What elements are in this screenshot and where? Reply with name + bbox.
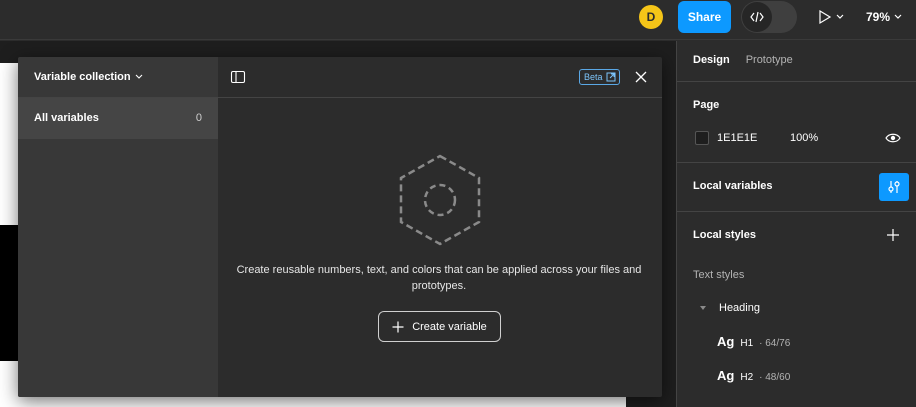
properties-panel: Design Prototype Page 1E1E1E 100% Local … xyxy=(676,41,916,407)
share-button[interactable]: Share xyxy=(678,1,731,33)
local-variables-title: Local variables xyxy=(693,180,773,192)
modal-sidebar: Variable collection All variables 0 xyxy=(18,57,218,397)
style-preview: Ag xyxy=(717,368,735,383)
zoom-level: 79% xyxy=(866,10,891,24)
adjust-icon xyxy=(888,181,900,193)
top-toolbar: D Share 79% xyxy=(0,0,916,40)
page-color-hex[interactable]: 1E1E1E xyxy=(717,132,757,144)
panel-toggle-icon[interactable] xyxy=(230,69,246,85)
caret-down-icon xyxy=(700,306,706,310)
sidebar-item-label: All variables xyxy=(34,112,99,124)
style-name: H1 xyxy=(740,338,754,349)
zoom-dropdown[interactable]: 79% xyxy=(866,7,902,27)
variable-collection-label: Variable collection xyxy=(34,71,131,83)
divider xyxy=(677,81,916,82)
hexagon-variable-icon xyxy=(399,154,481,246)
divider xyxy=(677,162,916,163)
external-link-icon xyxy=(606,72,616,82)
beta-badge[interactable]: Beta xyxy=(579,69,620,85)
page-section-title: Page xyxy=(693,99,720,111)
text-style-item[interactable]: Ag H1 · 64/76 xyxy=(717,334,790,349)
page-color-opacity[interactable]: 100% xyxy=(790,132,818,144)
close-icon[interactable] xyxy=(633,69,649,85)
variables-modal: Variable collection All variables 0 Beta… xyxy=(18,57,662,397)
page-color-swatch[interactable] xyxy=(695,131,709,145)
style-preview: Ag xyxy=(717,334,735,349)
tab-prototype[interactable]: Prototype xyxy=(746,54,793,66)
open-variables-button[interactable] xyxy=(879,173,909,201)
chevron-down-icon xyxy=(135,74,142,79)
style-name: H2 xyxy=(740,372,754,383)
create-variable-label: Create variable xyxy=(412,320,487,333)
user-avatar[interactable]: D xyxy=(639,5,663,29)
sidebar-item-count: 0 xyxy=(195,112,202,124)
chevron-down-icon xyxy=(894,14,902,19)
divider xyxy=(218,97,662,98)
empty-state-message: Create reusable numbers, text, and color… xyxy=(236,264,642,292)
tab-design[interactable]: Design xyxy=(693,54,730,66)
style-group-heading[interactable]: Heading xyxy=(699,302,760,314)
local-styles-title: Local styles xyxy=(693,229,756,241)
beta-label: Beta xyxy=(584,72,603,82)
variable-collection-dropdown[interactable]: Variable collection xyxy=(34,69,143,85)
plus-icon[interactable] xyxy=(886,228,900,242)
text-styles-label: Text styles xyxy=(693,269,745,281)
play-icon xyxy=(819,9,832,25)
code-icon xyxy=(742,2,772,32)
text-style-item[interactable]: Ag H2 · 48/60 xyxy=(717,368,790,383)
divider xyxy=(677,211,916,212)
create-variable-button[interactable]: Create variable xyxy=(378,311,501,342)
dev-mode-toggle[interactable] xyxy=(741,1,797,33)
eye-icon[interactable] xyxy=(885,131,901,145)
chevron-down-icon xyxy=(836,14,844,19)
style-size: · 64/76 xyxy=(759,338,791,349)
present-button[interactable] xyxy=(818,7,844,27)
sidebar-item-all-variables[interactable]: All variables 0 xyxy=(18,98,218,139)
plus-icon xyxy=(392,321,404,332)
style-group-label: Heading xyxy=(719,302,760,314)
panel-tabs: Design Prototype xyxy=(693,54,793,66)
style-size: · 48/60 xyxy=(759,372,791,383)
